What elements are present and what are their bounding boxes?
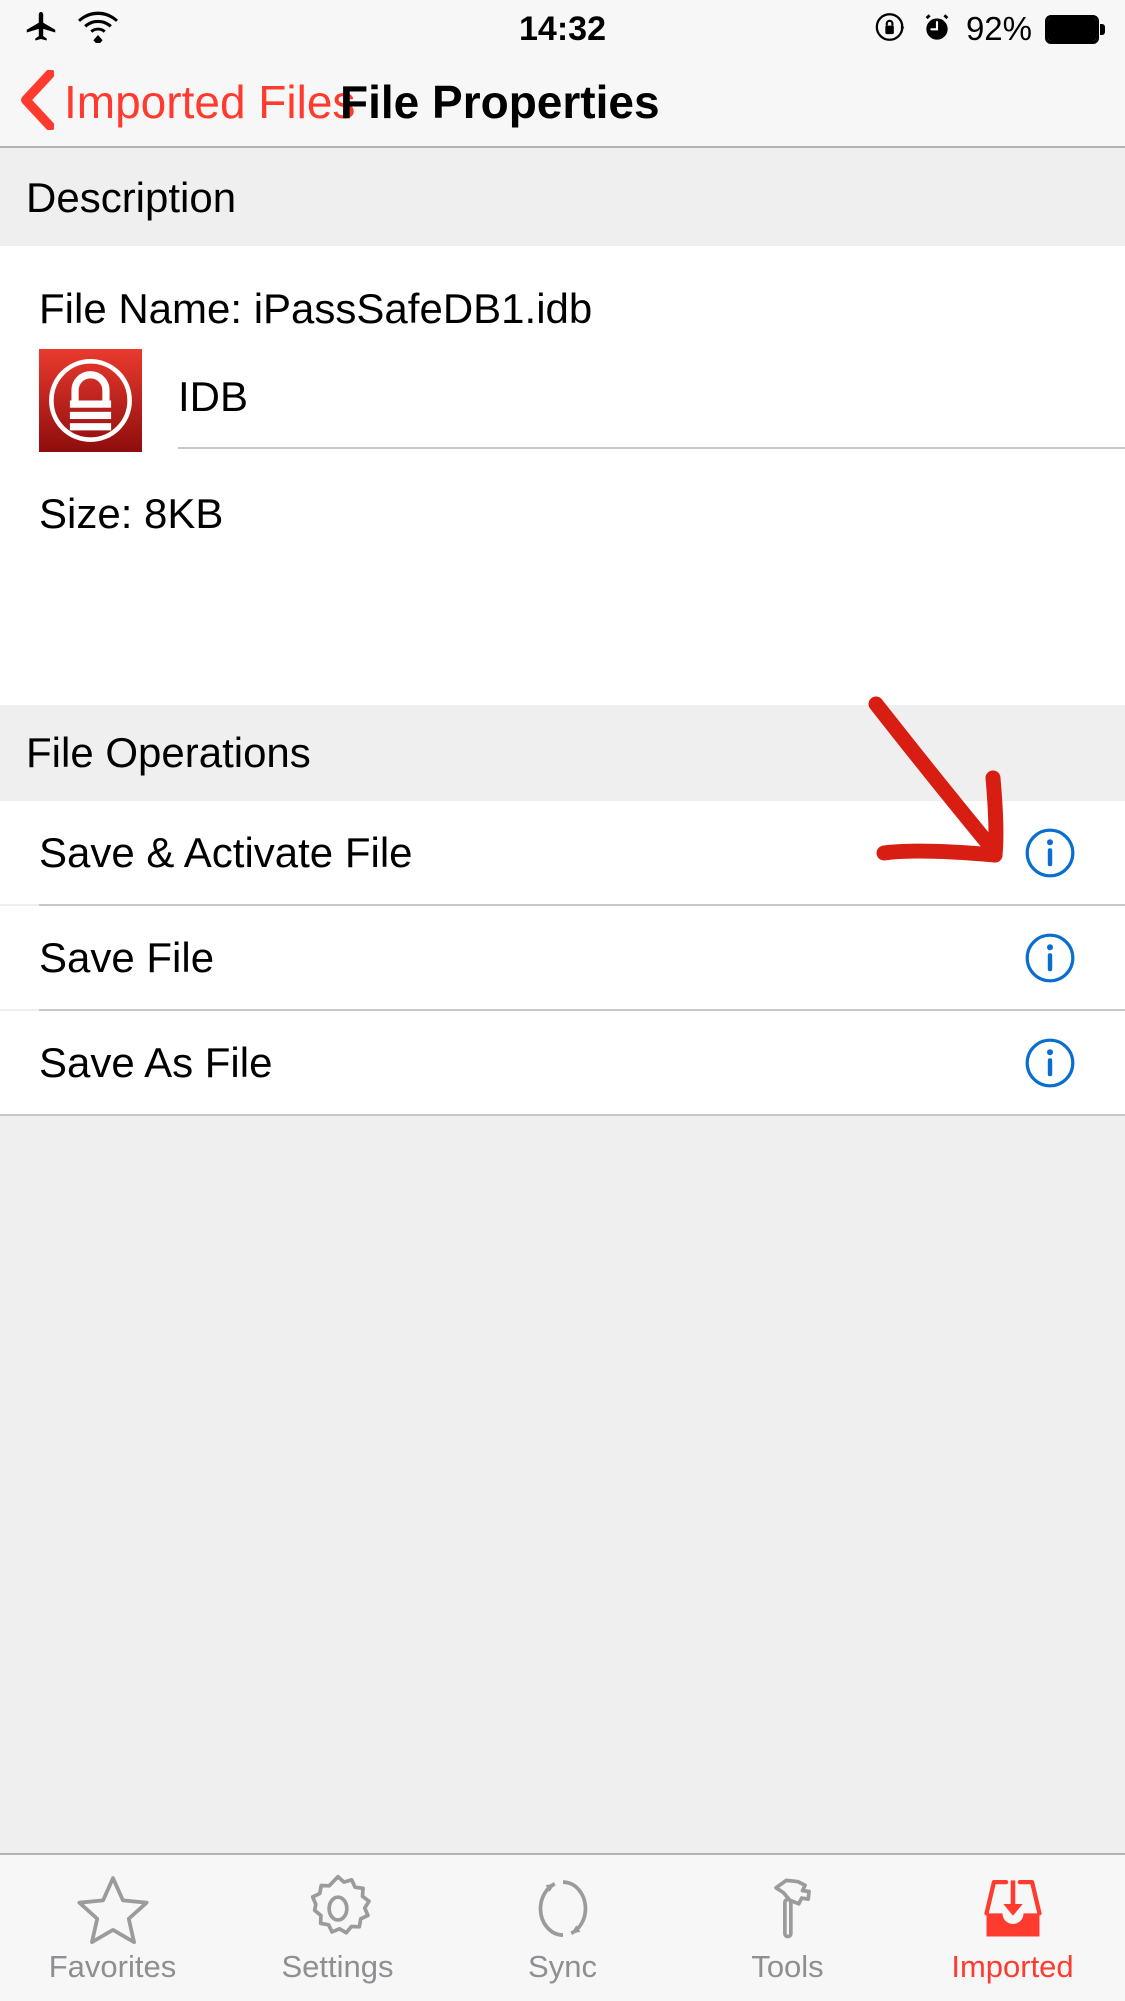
file-name-row: File Name: iPassSafeDB1.idb [39,273,592,345]
rotation-lock-icon [874,10,908,49]
save-activate-file-label: Save & Activate File [39,828,413,876]
save-file-row[interactable]: Save File [0,906,1125,1009]
tab-settings[interactable]: Settings [225,1855,450,2001]
tab-imported-label: Imported [951,1949,1074,1984]
status-bar: 14:32 92% [0,0,1125,58]
save-as-file-row[interactable]: Save As File [0,1011,1125,1114]
section-header-file-operations: File Operations [0,705,1125,801]
save-file-info-icon[interactable] [1024,932,1076,984]
file-type-label: IDB [178,372,249,420]
tab-tools[interactable]: Tools [675,1855,900,2001]
tab-tools-label: Tools [751,1949,824,1984]
save-file-label: Save File [39,933,215,981]
section-bottom-separator [0,1114,1125,1116]
sync-circular-arrows-icon [525,1873,601,1947]
file-name-label: File Name: iPassSafeDB1.idb [39,285,593,332]
inbox-download-tray-icon [975,1873,1051,1947]
back-button[interactable]: Imported Files [20,58,355,146]
save-activate-file-info-icon[interactable] [1024,827,1076,879]
save-as-file-info-icon[interactable] [1024,1037,1076,1089]
tab-favorites-label: Favorites [48,1949,177,1984]
chevron-left-icon [20,68,55,135]
save-activate-file-row[interactable]: Save & Activate File [0,801,1125,904]
back-button-label: Imported Files [64,76,356,128]
tab-bar: Favorites Settings Sync Tools Imported [0,1853,1125,2001]
star-icon [75,1873,151,1947]
file-size-label: Size: 8KB [39,490,224,537]
file-type-separator [178,447,1125,449]
battery-percent-label: 92% [965,10,1032,47]
tab-settings-label: Settings [281,1949,394,1984]
hammer-icon [750,1873,826,1947]
app-screen: 14:32 92% Imported Files File Properties… [0,0,1125,2001]
tab-sync-label: Sync [528,1949,597,1984]
save-as-file-label: Save As File [39,1038,273,1086]
status-bar-right: 92% [874,0,1105,58]
file-type-row: IDB [0,345,1125,455]
navigation-bar: Imported Files File Properties [0,58,1125,148]
alarm-clock-icon [921,11,953,48]
section-header-description-label: Description [26,174,237,221]
page-title: File Properties [340,76,660,128]
battery-full-icon [1045,14,1105,44]
section-header-file-operations-label: File Operations [26,729,311,776]
file-size-row: Size: 8KB [39,478,223,550]
tab-imported[interactable]: Imported [900,1855,1125,2001]
gear-icon [300,1873,376,1947]
status-bar-clock: 14:32 [519,9,606,48]
keepass-lock-icon [39,349,142,452]
tab-sync[interactable]: Sync [450,1855,675,2001]
tab-favorites[interactable]: Favorites [0,1855,225,2001]
section-header-description: Description [0,150,1125,246]
